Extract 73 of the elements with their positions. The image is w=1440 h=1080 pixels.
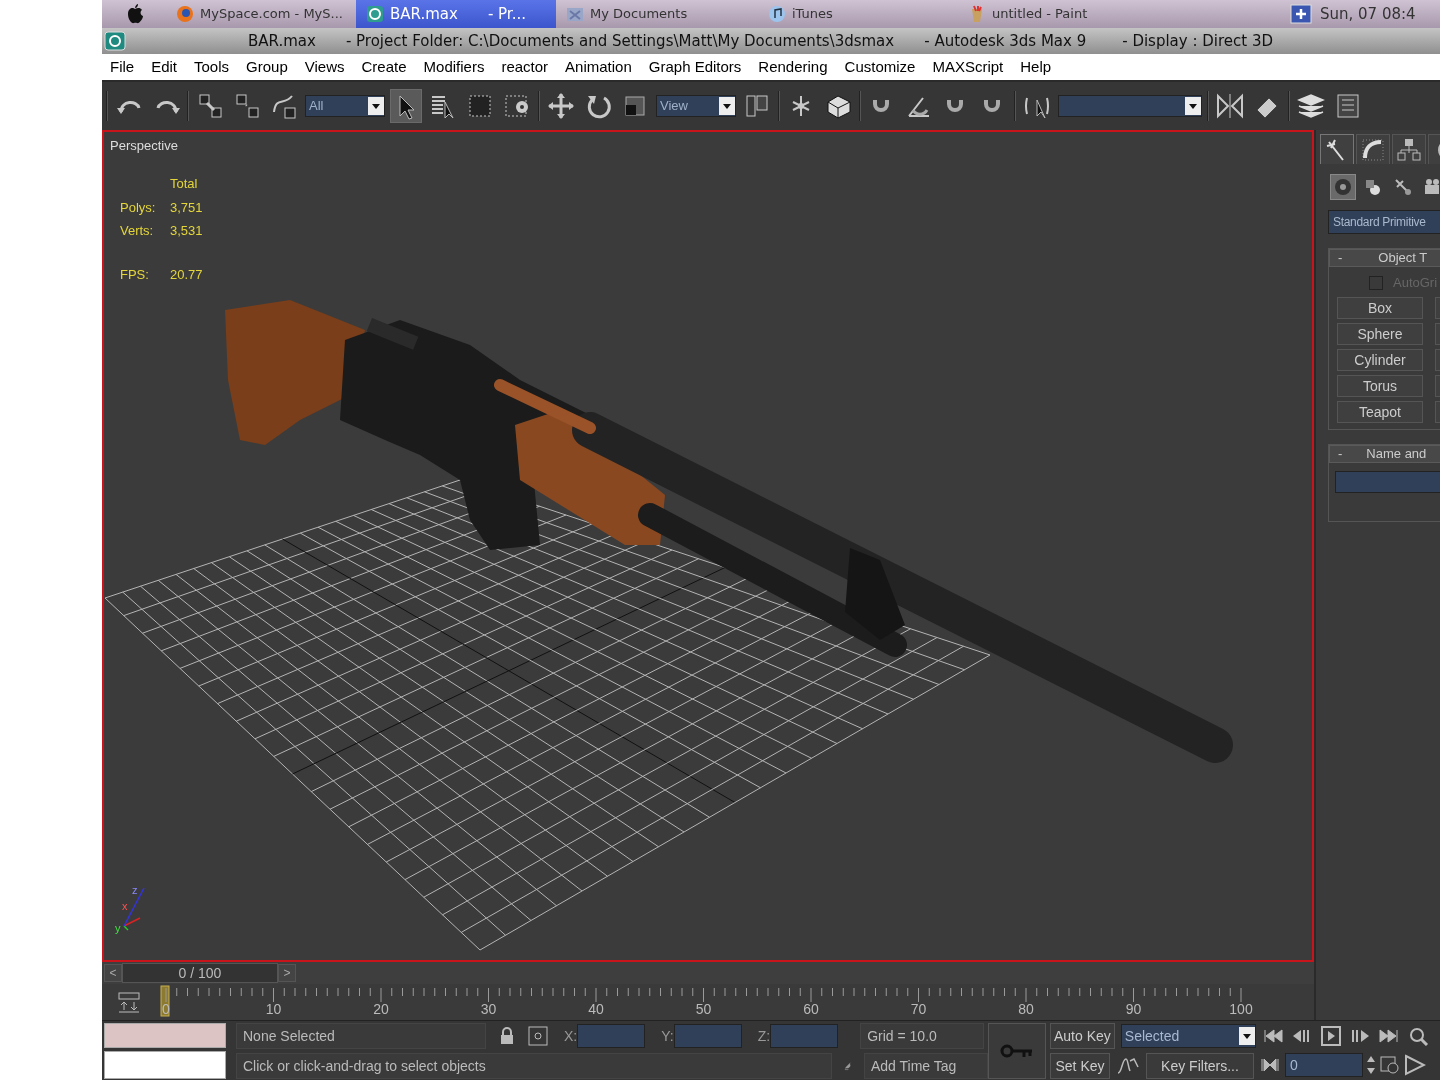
collapse-toggle: - bbox=[1338, 248, 1343, 268]
coordinate-label: Y: bbox=[661, 1026, 674, 1046]
tick-label: 90 bbox=[1125, 1001, 1142, 1017]
primitive-button[interactable]: Box bbox=[1337, 296, 1423, 319]
stat-label: FPS: bbox=[120, 265, 150, 284]
primitive-button[interactable]: Sphere bbox=[1337, 322, 1423, 345]
menu-item[interactable]: Customize bbox=[844, 55, 916, 79]
stats-header: Total bbox=[170, 175, 199, 193]
key-filters-button[interactable]: Key Filters... bbox=[1146, 1053, 1254, 1079]
coordinate-label: Z: bbox=[757, 1026, 771, 1046]
stat-value: 3,751 bbox=[170, 198, 203, 217]
menu-item[interactable]: Rendering bbox=[758, 55, 828, 79]
taskbar-button[interactable]: untitled - Paint bbox=[958, 0, 1278, 28]
dropdown[interactable]: Standard Primitive bbox=[1328, 210, 1440, 234]
tick-label: 20 bbox=[373, 1001, 389, 1017]
window-title: - Autodesk 3ds Max 9 bbox=[924, 30, 1087, 52]
primitive-button[interactable]: Teapot bbox=[1337, 400, 1423, 423]
dropdown[interactable]: All bbox=[305, 95, 385, 117]
frame-field[interactable]: 0 bbox=[1285, 1053, 1363, 1077]
previous-frame-button[interactable]: < bbox=[104, 964, 122, 982]
menu-item[interactable]: File bbox=[110, 55, 135, 79]
rollout-header[interactable]: - Name and bbox=[1329, 444, 1440, 463]
tick-label: 10 bbox=[265, 1001, 282, 1017]
dropdown[interactable]: Selected bbox=[1120, 1024, 1256, 1048]
time-slider-thumb[interactable]: 0 / 100 bbox=[122, 963, 278, 983]
stat-label: Verts: bbox=[120, 222, 155, 240]
clock-text: Sun, 07 08:4 bbox=[1320, 3, 1416, 25]
stat-label: Polys: bbox=[120, 198, 157, 217]
menu-item[interactable]: Graph Editors bbox=[648, 55, 742, 79]
window-title: BAR.max bbox=[248, 30, 316, 52]
tick-label: 80 bbox=[1018, 1001, 1034, 1017]
menu-item[interactable]: Edit bbox=[151, 55, 178, 79]
rollout-title: Name and bbox=[1366, 444, 1427, 463]
menu-item[interactable]: Views bbox=[304, 55, 345, 79]
menu-item[interactable]: reactor bbox=[501, 55, 549, 79]
collapse-toggle: - bbox=[1338, 443, 1343, 464]
prompt-text: Click or click-and-drag to select objects bbox=[236, 1053, 832, 1079]
tick-label: 50 bbox=[695, 1001, 712, 1017]
viewport[interactable]: Perspective Total Polys: 3,751 Verts: 3,531 FPS: 20.77 z x y bbox=[102, 130, 1314, 962]
rollout-title: Object T bbox=[1378, 249, 1428, 268]
window-title: - Project Folder: C:\Documents and Settings\Matt\My Documents\3dsmax bbox=[345, 30, 895, 52]
menu-item[interactable]: Help bbox=[1020, 55, 1052, 79]
selection-field: None Selected bbox=[236, 1023, 486, 1049]
taskbar-button[interactable]: My Documents bbox=[556, 0, 758, 28]
auto-key-button[interactable]: Auto Key bbox=[1050, 1023, 1115, 1049]
tick-label: 30 bbox=[480, 1001, 497, 1017]
menu-item[interactable]: Modifiers bbox=[423, 55, 485, 79]
taskbar-button[interactable]: MySpace.com - MyS... bbox=[166, 0, 356, 28]
viewport-label[interactable]: Perspective bbox=[110, 136, 178, 156]
stat-value: 3,531 bbox=[170, 222, 203, 240]
tick-label: 60 bbox=[803, 1001, 819, 1017]
menu-item[interactable]: Animation bbox=[565, 55, 632, 79]
primitive-button[interactable]: Cylinder bbox=[1337, 348, 1423, 371]
add-time-tag-button[interactable]: Add Time Tag bbox=[864, 1053, 988, 1079]
next-frame-button[interactable]: > bbox=[278, 964, 296, 982]
tick-label: 0 bbox=[162, 1001, 170, 1017]
window-title: - Display : Direct 3D bbox=[1122, 30, 1274, 52]
menu-item[interactable]: Create bbox=[361, 55, 407, 79]
set-key-button[interactable]: Set Key bbox=[1050, 1053, 1110, 1079]
taskbar-button[interactable]: BAR.max - Pr... bbox=[356, 0, 556, 28]
menu-item[interactable]: MAXScript bbox=[932, 55, 1004, 79]
coordinate-label: X: bbox=[564, 1026, 578, 1046]
menu-item[interactable]: Tools bbox=[194, 55, 230, 79]
tick-label: 40 bbox=[588, 1001, 604, 1017]
menu-item[interactable]: Group bbox=[246, 55, 288, 79]
taskbar-button[interactable]: iTunes bbox=[758, 0, 958, 28]
dropdown[interactable]: View bbox=[656, 95, 736, 117]
tick-label: 70 bbox=[910, 1001, 927, 1017]
primitive-button[interactable]: Torus bbox=[1337, 374, 1423, 397]
stat-value: 20.77 bbox=[170, 265, 203, 284]
rollout-header[interactable]: - Object T bbox=[1329, 249, 1440, 267]
tick-label: 100 bbox=[1229, 1001, 1253, 1017]
grid-size-text: Grid = 10.0 bbox=[860, 1023, 985, 1049]
